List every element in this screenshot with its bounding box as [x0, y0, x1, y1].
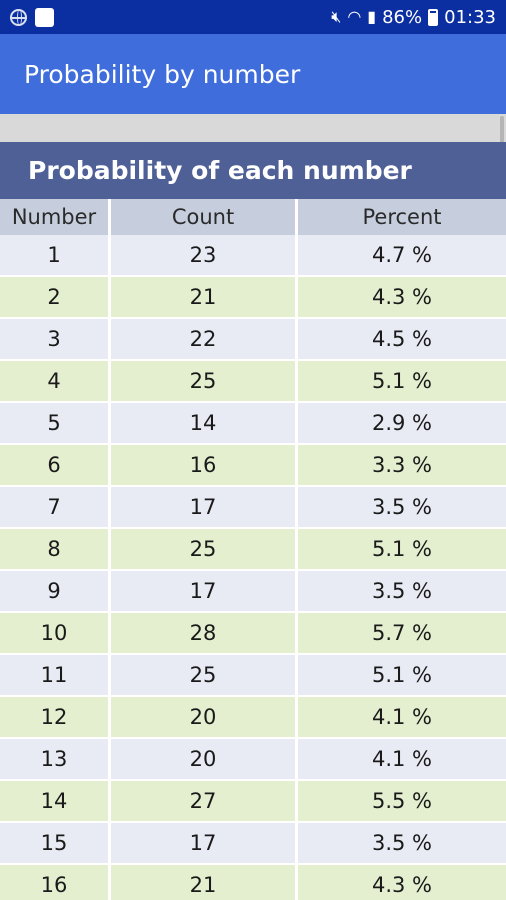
table-row: 14 27 5.5 %: [0, 781, 506, 823]
table-row: 15 17 3.5 %: [0, 823, 506, 865]
cell-number: 3: [0, 319, 108, 359]
cell-number: 6: [0, 445, 108, 485]
table-row: 5 14 2.9 %: [0, 403, 506, 445]
cell-count: 21: [111, 865, 295, 900]
cell-number: 4: [0, 361, 108, 401]
status-left: [10, 7, 54, 27]
cell-percent: 5.5 %: [298, 781, 506, 821]
cell-count: 16: [111, 445, 295, 485]
cell-percent: 4.1 %: [298, 697, 506, 737]
header-count: Count: [111, 199, 295, 235]
cell-number: 1: [0, 235, 108, 275]
table-row: 8 25 5.1 %: [0, 529, 506, 571]
cell-percent: 5.1 %: [298, 655, 506, 695]
cell-number: 10: [0, 613, 108, 653]
table-row: 6 16 3.3 %: [0, 445, 506, 487]
section-title: Probability of each number: [28, 156, 412, 185]
cell-percent: 3.5 %: [298, 571, 506, 611]
status-bar: 🔇︎ ◠ ▮ 86% 01:33: [0, 0, 506, 34]
cell-number: 16: [0, 865, 108, 900]
cell-percent: 3.5 %: [298, 487, 506, 527]
cell-count: 25: [111, 529, 295, 569]
cell-count: 21: [111, 277, 295, 317]
cell-count: 17: [111, 487, 295, 527]
cell-number: 7: [0, 487, 108, 527]
cell-percent: 5.7 %: [298, 613, 506, 653]
table-row: 2 21 4.3 %: [0, 277, 506, 319]
cell-percent: 3.3 %: [298, 445, 506, 485]
battery-percent: 86%: [382, 6, 423, 28]
cell-number: 13: [0, 739, 108, 779]
wifi-icon: ◠: [347, 7, 362, 26]
content-divider: [0, 114, 506, 142]
cell-count: 20: [111, 739, 295, 779]
cell-count: 17: [111, 823, 295, 863]
notification-square-icon: [35, 7, 54, 27]
section-header: Probability of each number: [0, 142, 506, 199]
cell-percent: 4.3 %: [298, 865, 506, 900]
app-title: Probability by number: [24, 59, 301, 89]
probability-table: Number Count Percent 1 23 4.7 % 2 21 4.3 % 3 22…: [0, 199, 506, 900]
table-row: 12 20 4.1 %: [0, 697, 506, 739]
cell-number: 5: [0, 403, 108, 443]
cell-percent: 4.1 %: [298, 739, 506, 779]
table-row: 7 17 3.5 %: [0, 487, 506, 529]
status-right: 🔇︎ ◠ ▮ 86% 01:33: [331, 7, 496, 28]
cell-number: 14: [0, 781, 108, 821]
cell-count: 23: [111, 235, 295, 275]
table-row: 3 22 4.5 %: [0, 319, 506, 361]
cell-count: 27: [111, 781, 295, 821]
mute-icon: 🔇︎: [331, 7, 342, 26]
cell-number: 2: [0, 277, 108, 317]
app-bar: Probability by number: [0, 34, 506, 114]
globe-icon: [10, 8, 27, 26]
cell-count: 22: [111, 319, 295, 359]
table-row: 16 21 4.3 %: [0, 865, 506, 900]
cell-count: 20: [111, 697, 295, 737]
table-row: 11 25 5.1 %: [0, 655, 506, 697]
table-row: 9 17 3.5 %: [0, 571, 506, 613]
cell-count: 28: [111, 613, 295, 653]
cell-count: 25: [111, 361, 295, 401]
cell-number: 11: [0, 655, 108, 695]
cell-count: 17: [111, 571, 295, 611]
header-percent: Percent: [298, 199, 506, 235]
table-row: 13 20 4.1 %: [0, 739, 506, 781]
header-number: Number: [0, 199, 108, 235]
cell-percent: 4.7 %: [298, 235, 506, 275]
cell-percent: 2.9 %: [298, 403, 506, 443]
cell-number: 9: [0, 571, 108, 611]
signal-icon: ▮: [367, 7, 377, 26]
table-row: 1 23 4.7 %: [0, 235, 506, 277]
cell-percent: 3.5 %: [298, 823, 506, 863]
cell-percent: 4.3 %: [298, 277, 506, 317]
cell-number: 15: [0, 823, 108, 863]
table-row: 4 25 5.1 %: [0, 361, 506, 403]
cell-number: 8: [0, 529, 108, 569]
cell-percent: 5.1 %: [298, 529, 506, 569]
cell-number: 12: [0, 697, 108, 737]
status-time: 01:33: [444, 6, 496, 28]
cell-percent: 4.5 %: [298, 319, 506, 359]
cell-count: 14: [111, 403, 295, 443]
table-row: 10 28 5.7 %: [0, 613, 506, 655]
cell-count: 25: [111, 655, 295, 695]
table-header-row: Number Count Percent: [0, 199, 506, 235]
battery-icon: [428, 8, 439, 26]
cell-percent: 5.1 %: [298, 361, 506, 401]
